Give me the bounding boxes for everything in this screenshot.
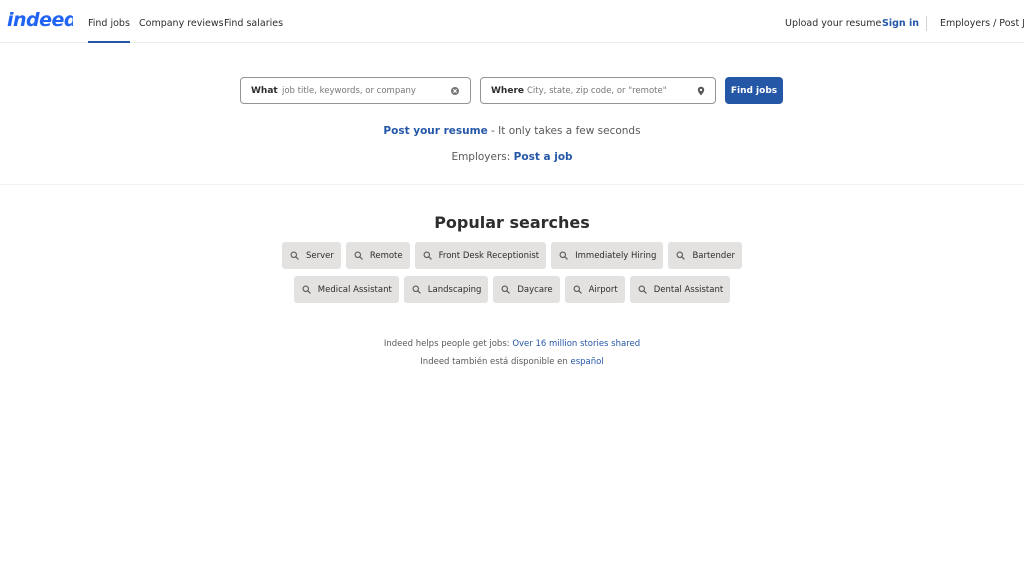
what-label: What bbox=[251, 86, 278, 96]
section-divider bbox=[0, 184, 1024, 185]
sign-in-link[interactable]: Sign in bbox=[882, 0, 919, 43]
indeed-logo-text: indeed bbox=[7, 9, 73, 31]
indeed-logo[interactable]: indeed bbox=[7, 9, 73, 31]
popular-search-label: Airport bbox=[588, 284, 618, 295]
popular-searches-row-1: Server Remote Front Desk Receptionist Immed… bbox=[0, 242, 1024, 269]
search-icon bbox=[412, 285, 421, 294]
popular-search-pill[interactable]: Dental Assistant bbox=[629, 276, 731, 303]
popular-search-pill[interactable]: Bartender bbox=[668, 242, 743, 269]
search-icon bbox=[302, 285, 311, 294]
spanish-line: Indeed también está disponible en españo… bbox=[0, 357, 1024, 367]
where-label: Where bbox=[491, 86, 524, 96]
popular-search-label: Immediately Hiring bbox=[575, 250, 657, 261]
popular-search-label: Server bbox=[305, 250, 334, 261]
popular-search-label: Daycare bbox=[517, 284, 553, 295]
search-icon bbox=[354, 251, 363, 260]
stories-link[interactable]: Over 16 million stories shared bbox=[512, 339, 640, 349]
search-icon bbox=[290, 251, 299, 260]
find-jobs-button[interactable]: Find jobs bbox=[725, 77, 783, 104]
resume-promo-text: - It only takes a few seconds bbox=[487, 125, 641, 137]
popular-searches-title: Popular searches bbox=[434, 213, 590, 232]
popular-search-pill[interactable]: Medical Assistant bbox=[293, 276, 399, 303]
popular-search-label: Front Desk Receptionist bbox=[438, 250, 540, 261]
popular-search-pill[interactable]: Airport bbox=[564, 276, 625, 303]
search-icon bbox=[573, 285, 582, 294]
clear-icon[interactable] bbox=[450, 86, 460, 96]
search-icon bbox=[676, 251, 686, 260]
popular-searches-row-2: Medical Assistant Landscaping Daycare Airpo… bbox=[0, 276, 1024, 303]
post-job-link[interactable]: Post a job bbox=[514, 151, 573, 163]
nav-divider bbox=[926, 16, 927, 31]
popular-search-pill[interactable]: Daycare bbox=[493, 276, 560, 303]
spanish-text: Indeed también está disponible en bbox=[420, 357, 571, 367]
search-icon bbox=[559, 251, 568, 260]
post-resume-link[interactable]: Post your resume bbox=[383, 125, 487, 137]
where-search-field[interactable]: Where bbox=[480, 77, 716, 104]
upload-resume-link[interactable]: Upload your resume bbox=[785, 0, 881, 43]
popular-search-label: Bartender bbox=[692, 250, 736, 261]
popular-search-pill[interactable]: Immediately Hiring bbox=[551, 242, 664, 269]
popular-search-pill[interactable]: Front Desk Receptionist bbox=[414, 242, 547, 269]
popular-search-pill[interactable]: Server bbox=[281, 242, 341, 269]
employers-label: Employers: bbox=[451, 151, 514, 163]
what-search-field[interactable]: What bbox=[240, 77, 471, 104]
top-navigation-bar: indeed Find jobs Company reviews Find sa… bbox=[0, 0, 1024, 43]
popular-search-pill[interactable]: Remote bbox=[345, 242, 410, 269]
search-icon bbox=[501, 285, 511, 294]
stories-line: Indeed helps people get jobs: Over 16 mi… bbox=[0, 339, 1024, 349]
nav-find-jobs[interactable]: Find jobs bbox=[88, 0, 130, 43]
location-icon bbox=[697, 86, 705, 96]
employers-promo: Employers: Post a job bbox=[0, 151, 1024, 163]
spanish-link[interactable]: español bbox=[570, 357, 603, 367]
nav-company-reviews[interactable]: Company reviews bbox=[139, 0, 224, 43]
what-input[interactable] bbox=[282, 78, 442, 103]
search-icon bbox=[423, 251, 432, 260]
search-icon bbox=[638, 285, 647, 294]
resume-promo: Post your resume - It only takes a few s… bbox=[0, 125, 1024, 137]
where-input[interactable] bbox=[527, 78, 692, 103]
stories-text: Indeed helps people get jobs: bbox=[383, 339, 513, 349]
popular-search-label: Dental Assistant bbox=[653, 284, 724, 295]
popular-search-pill[interactable]: Landscaping bbox=[403, 276, 489, 303]
nav-find-salaries[interactable]: Find salaries bbox=[224, 0, 283, 43]
popular-search-label: Landscaping bbox=[427, 284, 482, 295]
employers-post-job-link[interactable]: Employers / Post Job bbox=[940, 0, 1024, 43]
popular-search-label: Remote bbox=[369, 250, 403, 261]
popular-search-label: Medical Assistant bbox=[317, 284, 392, 295]
